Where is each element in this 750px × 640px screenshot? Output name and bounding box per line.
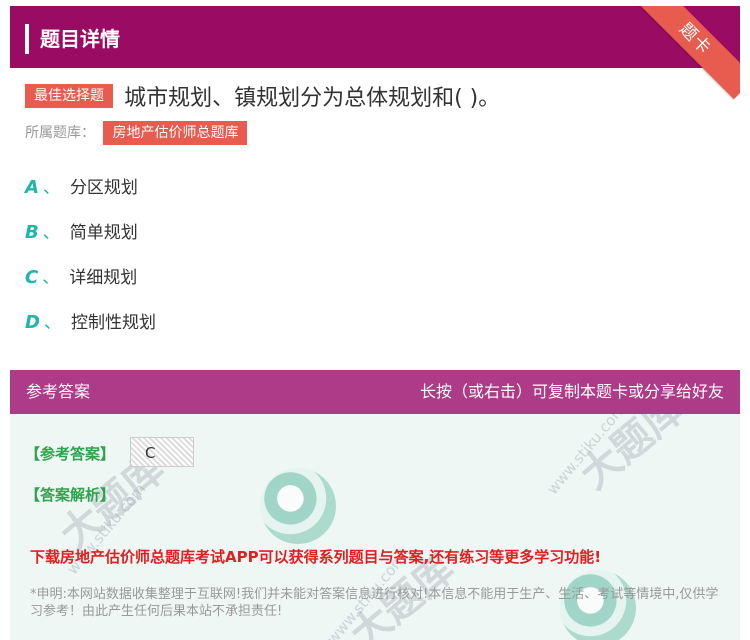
app-download-promo[interactable]: 下载房地产估价师总题库考试APP可以获得系列题目与答案,还有练习等更多学习功能! [30,546,601,567]
option-text: 简单规划 [69,223,138,243]
option-separator: 、 [43,313,61,333]
option-separator: 、 [42,178,60,198]
answer-header: 参考答案 长按（或右击）可复制本题卡或分享给好友 [10,370,740,414]
reference-answer-value: C [130,437,194,467]
option-text: 详细规划 [69,268,138,288]
option-c[interactable]: C、详细规划 [25,265,137,291]
option-text: 分区规划 [69,178,138,198]
question-text: 城市规划、镇规划分为总体规划和( )。 [124,86,501,111]
option-d[interactable]: D、控制性规划 [25,310,156,336]
question-bank-line: 所属题库： 房地产估价师总题库 [25,121,248,145]
question-line: 最佳选择题 城市规划、镇规划分为总体规划和( )。 [25,80,501,111]
bank-label: 所属题库： [25,125,95,141]
option-letter: B [25,222,39,243]
option-text: 控制性规划 [70,313,156,333]
option-letter: A [25,177,39,198]
analysis-label: 【答案解析】 [25,486,116,504]
bank-tag[interactable]: 房地产估价师总题库 [103,121,248,145]
option-a[interactable]: A、分区规划 [25,175,138,201]
page-header: 题目详情 题卡 [10,6,740,100]
option-separator: 、 [42,268,60,288]
answer-header-title: 参考答案 [26,382,91,401]
corner-ribbon: 题卡 [630,6,740,106]
reference-answer-label: 【参考答案】 [25,445,116,463]
corner-badge: 题卡 [634,6,740,100]
option-letter: C [25,267,39,288]
question-type-badge: 最佳选择题 [25,84,113,108]
share-hint: 长按（或右击）可复制本题卡或分享给好友 [419,382,724,401]
page-title: 题目详情 [40,27,120,51]
header-accent-bar [25,24,29,54]
disclaimer: *申明:本网站数据收集整理于互联网!我们并未能对答案信息进行核对!本信息不能用于… [30,587,719,619]
option-b[interactable]: B、简单规划 [25,220,138,246]
option-letter: D [25,312,40,333]
option-separator: 、 [42,223,60,243]
watermark-logo-icon [260,468,336,544]
